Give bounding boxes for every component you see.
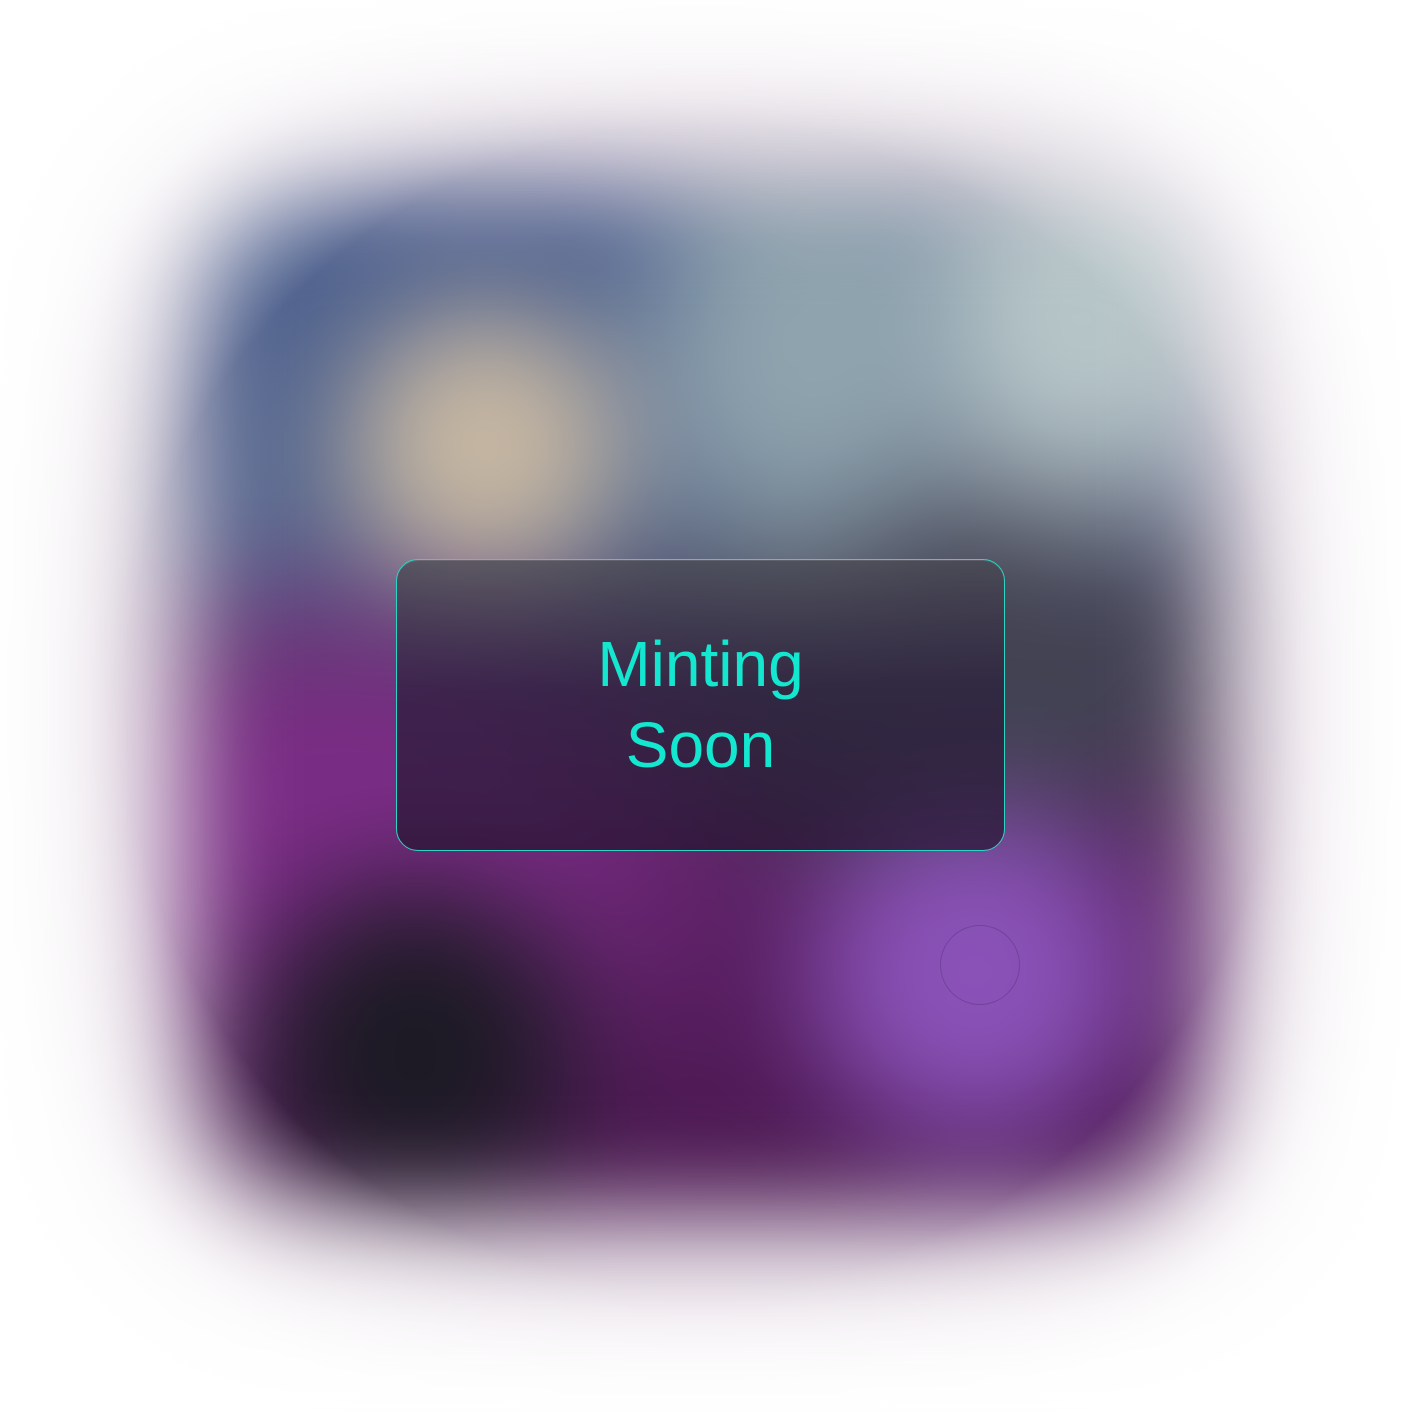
minting-status-line-2: Soon [625,709,776,781]
minting-soon-screen: Minting Soon [0,0,1401,1412]
minting-status-text: Minting Soon [597,624,803,786]
faint-logo-icon [940,925,1020,1005]
minting-status-card: Minting Soon [396,559,1005,851]
minting-status-line-1: Minting [597,628,804,700]
